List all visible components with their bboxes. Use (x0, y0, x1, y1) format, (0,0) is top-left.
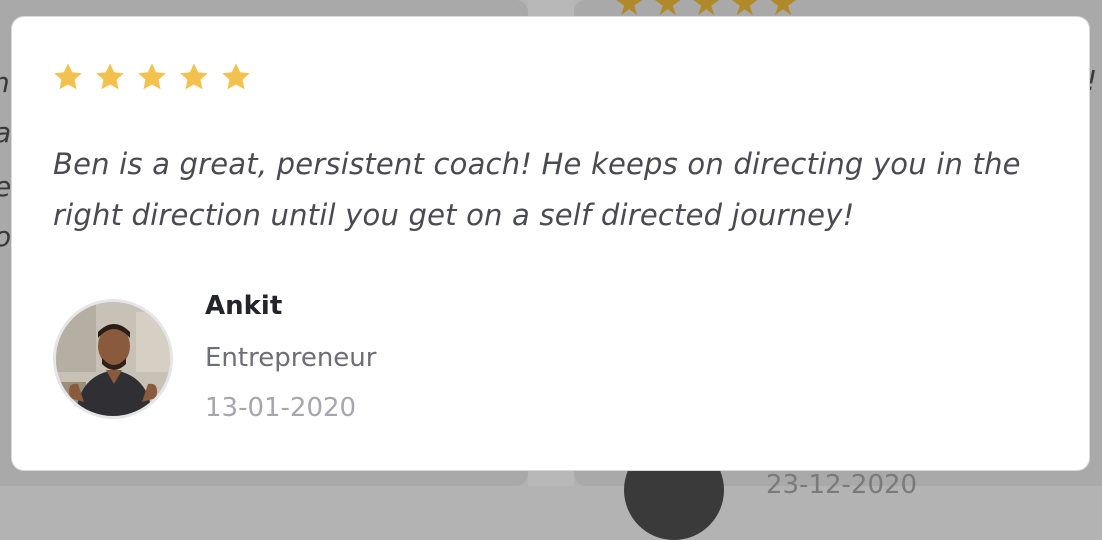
background-text-fragment: n (0, 66, 10, 99)
testimonial-date: 13-01-2020 (205, 393, 357, 423)
background-text-fragment: o (0, 220, 11, 253)
author-avatar (53, 299, 173, 419)
author-role: Entrepreneur (205, 343, 377, 373)
star-icon (54, 63, 82, 90)
rating-stars (52, 61, 252, 93)
person-photo-icon (56, 302, 170, 416)
testimonial-quote: Ben is a great, persistent coach! He kee… (53, 147, 1021, 232)
testimonial-card: Ben is a great, persistent coach! He kee… (12, 17, 1089, 470)
author-name: Ankit (205, 291, 283, 321)
star-icon (180, 63, 208, 90)
background-text-fragment: e (0, 170, 11, 203)
background-text-fragment: a (0, 116, 11, 149)
star-icon (138, 63, 166, 90)
star-icon (222, 63, 250, 90)
star-icon (96, 63, 124, 90)
background-date: 23-12-2020 (766, 470, 918, 500)
